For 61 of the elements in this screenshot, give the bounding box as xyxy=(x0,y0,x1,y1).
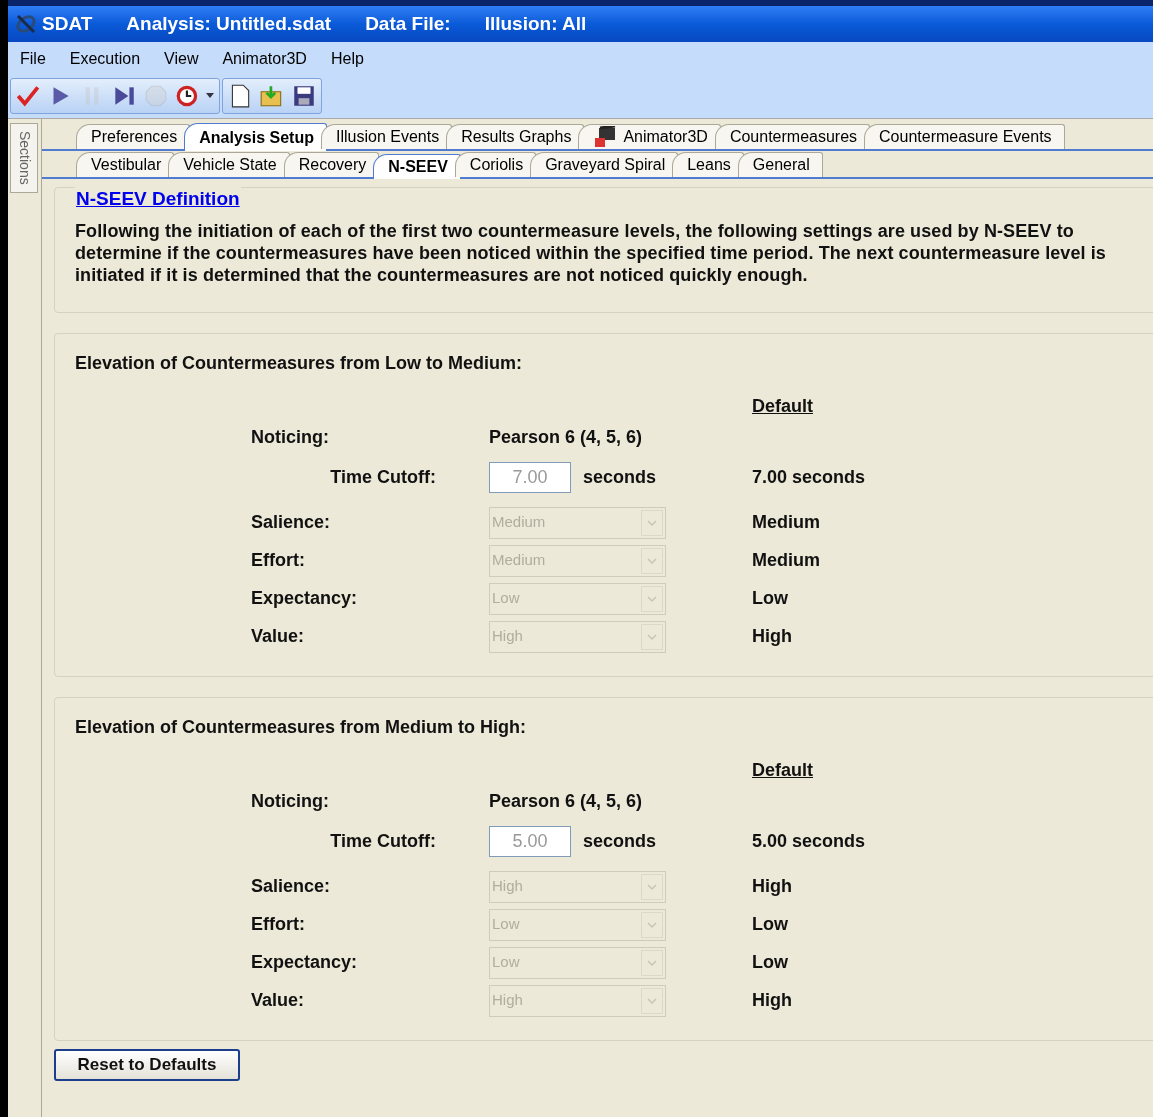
tab[interactable]: Graveyard Spiral xyxy=(530,152,679,177)
reset-to-defaults-button[interactable]: Reset to Defaults xyxy=(54,1048,240,1081)
definition-text: Following the initiation of each of the first two countermeasure levels, the following settings are used by N-SEEV to determine if the countermeasures have been noticed within the specified time period. The next countermeasure level is initiated if it is determined that the countermeasures are not noticed quickly enough. xyxy=(75,219,1107,286)
field-label: Noticing: xyxy=(251,791,329,811)
default-value: Low xyxy=(752,951,788,974)
default-value: High xyxy=(752,875,792,898)
default-value: Medium xyxy=(752,549,820,572)
tab[interactable]: Vestibular xyxy=(76,152,175,177)
tab[interactable]: Leans xyxy=(672,152,744,177)
tab[interactable]: Illusion Events xyxy=(320,124,453,149)
field-label: Expectancy: xyxy=(251,952,358,972)
tab[interactable]: Analysis Setup xyxy=(184,123,327,151)
window-title: SDAT xyxy=(42,11,93,36)
default-value: Low xyxy=(752,913,788,936)
field-label: Salience: xyxy=(251,876,331,896)
noticing-value: Pearson 6 (4, 5, 6) xyxy=(489,426,643,449)
save-icon[interactable] xyxy=(291,83,317,109)
section-title: Elevation of Countermeasures from Medium to High: xyxy=(75,715,527,739)
menu-item[interactable]: File xyxy=(12,47,54,71)
sections-tab[interactable]: Sections xyxy=(10,123,38,193)
tab[interactable]: Results Graphs xyxy=(446,124,585,149)
field-label: Noticing: xyxy=(251,427,329,447)
field-label: Time Cutoff: xyxy=(330,831,436,851)
field-label: Effort: xyxy=(251,914,305,934)
window-title: Data File: xyxy=(365,11,451,36)
dropdown-caret-icon[interactable] xyxy=(205,93,215,99)
tab[interactable]: Preferences xyxy=(76,124,191,149)
check-icon[interactable] xyxy=(15,83,41,109)
menu-item[interactable]: View xyxy=(156,47,207,71)
menu-item[interactable]: Animator3D xyxy=(214,47,315,71)
tab[interactable]: General xyxy=(737,152,823,177)
default-value: 5.00 seconds xyxy=(752,830,866,853)
field-label: Salience: xyxy=(251,512,331,532)
field-label: Value: xyxy=(251,626,305,646)
default-header: Default xyxy=(752,394,813,418)
unit-label: seconds xyxy=(583,830,657,853)
tab[interactable]: N-SEEV xyxy=(373,154,461,179)
tab[interactable]: Vehicle State xyxy=(168,152,290,177)
app-logo-icon xyxy=(14,12,38,36)
field-label: Value: xyxy=(251,990,305,1010)
field-label: Effort: xyxy=(251,550,305,570)
menu-item[interactable]: Execution xyxy=(61,47,149,71)
default-value: Low xyxy=(752,587,788,610)
default-header: Default xyxy=(752,758,813,782)
default-value: 7.00 seconds xyxy=(752,466,866,489)
unit-label: seconds xyxy=(583,466,657,489)
noticing-value: Pearson 6 (4, 5, 6) xyxy=(489,790,643,813)
menu-item[interactable]: Help xyxy=(322,47,372,71)
tab[interactable]: Recovery xyxy=(283,152,380,177)
window-title: Analysis: Untitled.sdat xyxy=(126,11,332,36)
window-title: Illusion: All xyxy=(484,11,587,36)
tab[interactable]: Countermeasure Events xyxy=(864,124,1065,149)
field-label: Time Cutoff: xyxy=(330,467,436,487)
default-value: Medium xyxy=(752,511,820,534)
default-value: High xyxy=(752,625,792,648)
section-title: Elevation of Countermeasures from Low to Medium: xyxy=(75,351,523,375)
tab[interactable]: Countermeasures xyxy=(714,124,871,149)
tab[interactable]: Coriolis xyxy=(454,152,537,177)
field-label: Expectancy: xyxy=(251,588,358,608)
tab[interactable]: Animator3D xyxy=(578,124,721,149)
default-value: High xyxy=(752,989,792,1012)
